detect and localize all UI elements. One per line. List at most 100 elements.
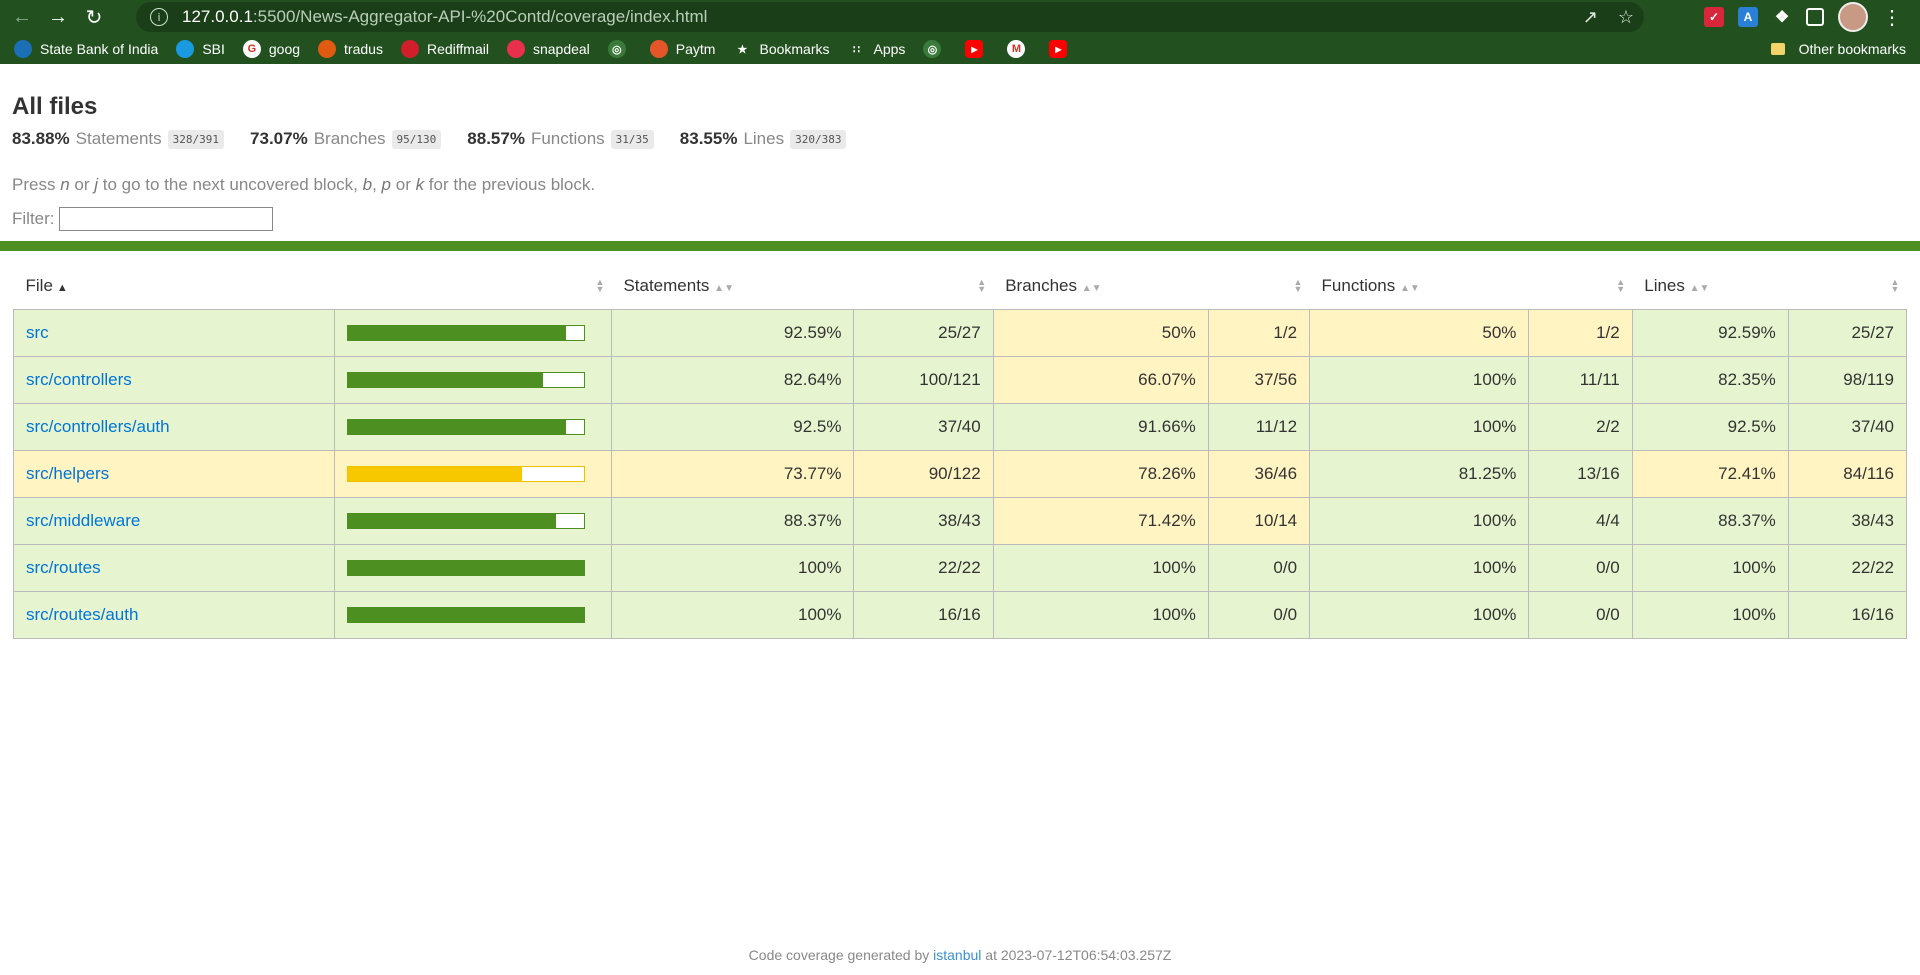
footer: Code coverage generated by istanbul at 2… [748, 947, 1172, 963]
bookmark-item[interactable]: ∷ Apps [847, 40, 905, 58]
puzzle-extensions-icon[interactable]: ❖ [1772, 7, 1792, 27]
bookmark-item[interactable]: ◎ [923, 40, 949, 58]
bookmark-item[interactable]: SBI [176, 40, 225, 58]
coverage-bar-cell [333, 544, 612, 592]
sort-icon: ▲▼ [595, 277, 605, 294]
bookmark-item[interactable]: ★ Bookmarks [733, 40, 830, 58]
forward-button[interactable]: → [44, 3, 72, 31]
coverage-bar [346, 607, 585, 623]
file-link[interactable]: src/controllers/auth [26, 417, 170, 436]
coverage-table: File ▲ ▲ ▼ Statements ▲▼ ▲ ▼ Branches ▲▼ ▲ ▼… [13, 263, 1908, 639]
summary-percent: 83.88% [12, 129, 70, 148]
file-link[interactable]: src/controllers [26, 370, 132, 389]
file-link[interactable]: src [26, 323, 49, 342]
functions-raw-cell: 11/11 [1528, 356, 1633, 404]
lines-raw-cell: 25/27 [1787, 309, 1908, 357]
bookmark-item[interactable]: M [1007, 40, 1033, 58]
statements-raw-cell: 37/40 [853, 403, 994, 451]
summary-fraction: 328/391 [167, 129, 225, 149]
coverage-bar [346, 560, 585, 576]
column-header-lines[interactable]: Lines ▲▼ [1632, 263, 1788, 310]
tradus-icon [318, 40, 337, 58]
coverage-bar-fill [347, 467, 522, 481]
lines-pct-cell: 92.59% [1631, 309, 1789, 357]
star-icon[interactable]: ☆ [1618, 7, 1634, 28]
snapdeal-icon [506, 40, 525, 58]
other-bookmarks-folder[interactable]: Other bookmarks [1770, 34, 1906, 64]
summary-item: 73.07% Branches 95/130 [250, 129, 442, 149]
bookmark-label: Rediffmail [426, 41, 489, 57]
bookmark-item[interactable]: ◎ [607, 40, 634, 58]
lines-raw-cell: 22/22 [1787, 544, 1908, 592]
summary-label: Lines [743, 129, 785, 148]
column-header-bar[interactable]: ▲ ▼ [334, 263, 611, 310]
summary-fraction: 31/35 [610, 129, 654, 149]
bookmark-item[interactable]: tradus [318, 40, 383, 58]
sort-icon: ▲▼ [1616, 277, 1626, 294]
column-header-lines-raw[interactable]: ▲ ▼ [1788, 263, 1906, 310]
coverage-bar-fill [347, 561, 584, 575]
filter-input[interactable] [58, 207, 273, 231]
lines-pct-cell: 88.37% [1631, 497, 1789, 545]
branches-raw-cell: 10/14 [1207, 497, 1311, 545]
coverage-bar-fill [347, 373, 543, 387]
column-header-functions[interactable]: Functions ▲▼ [1310, 263, 1529, 310]
file-link[interactable]: src/routes [26, 558, 101, 577]
statements-pct-cell: 92.59% [610, 309, 855, 357]
bookmark-item[interactable]: ▶ [1049, 40, 1075, 58]
gmail-icon: M [1007, 40, 1026, 58]
branches-pct-cell: 78.26% [992, 450, 1209, 498]
share-icon[interactable]: ↗ [1583, 7, 1598, 28]
bookmark-label: Bookmarks [759, 41, 830, 57]
statements-pct-cell: 82.64% [610, 356, 855, 404]
column-header-statements[interactable]: Statements ▲▼ [611, 263, 854, 310]
file-link[interactable]: src/middleware [26, 511, 140, 530]
lines-pct-cell: 100% [1631, 591, 1789, 639]
reload-icon: ↻ [85, 6, 103, 29]
istanbul-link[interactable]: istanbul [933, 947, 981, 963]
site-info-icon[interactable]: i [150, 8, 168, 26]
bookmark-item[interactable]: Ggoog [242, 40, 300, 58]
translate-extension-icon[interactable]: A [1738, 7, 1758, 27]
column-header-functions-raw[interactable]: ▲ ▼ [1529, 263, 1632, 310]
file-link[interactable]: src/helpers [26, 464, 109, 483]
column-header-branches-raw[interactable]: ▲ ▼ [1208, 263, 1309, 310]
sort-icon: ▲▼ [1689, 283, 1710, 294]
reload-button[interactable]: ↻ [80, 3, 108, 31]
filter-row: Filter: [12, 207, 1908, 231]
bookmark-item[interactable]: snapdeal [506, 40, 590, 58]
bookmark-label: SBI [202, 41, 225, 57]
back-button[interactable]: ← [8, 3, 36, 31]
bookmark-item[interactable]: State Bank of India [14, 40, 158, 58]
url-host: 127.0.0.1 [182, 7, 253, 26]
coverage-bar-cell [333, 309, 612, 357]
bookmark-item[interactable]: Rediffmail [400, 40, 489, 58]
file-cell: src/routes [13, 544, 335, 592]
table-header-row: File ▲ ▲ ▼ Statements ▲▼ ▲ ▼ Branches ▲▼ ▲ ▼… [14, 263, 1907, 310]
keyboard-hint: Press n or j to go to the next uncovered… [12, 175, 596, 194]
column-header-branches[interactable]: Branches ▲▼ [993, 263, 1208, 310]
column-header-file[interactable]: File ▲ [14, 263, 335, 310]
summary-label: Functions [530, 129, 605, 148]
profile-avatar[interactable] [1838, 2, 1868, 32]
address-url[interactable]: 127.0.0.1:5500/News-Aggregator-API-%20Co… [182, 7, 707, 27]
functions-raw-cell: 0/0 [1528, 591, 1633, 639]
address-bar[interactable]: i 127.0.0.1:5500/News-Aggregator-API-%20… [136, 2, 1644, 32]
star-icon: ★ [733, 40, 752, 58]
file-link[interactable]: src/routes/auth [26, 605, 138, 624]
lines-pct-cell: 100% [1631, 544, 1789, 592]
coverage-bar-fill [347, 326, 567, 340]
menu-kebab-icon[interactable]: ⋮ [1882, 5, 1902, 30]
file-cell: src [13, 309, 335, 357]
bookmark-label: Paytm [675, 41, 716, 57]
pocket-extension-icon[interactable]: ✓ [1704, 7, 1724, 27]
table-row: src/helpers 73.77% 90/122 78.26% 36/46 81.25%… [13, 450, 1908, 498]
statements-raw-cell: 25/27 [853, 309, 994, 357]
branches-pct-cell: 71.42% [992, 497, 1209, 545]
table-row: src/controllers/auth 92.5% 37/40 91.66% 11/1… [13, 403, 1908, 451]
column-header-statements-raw[interactable]: ▲ ▼ [854, 263, 993, 310]
branches-raw-cell: 11/12 [1207, 403, 1311, 451]
bookmark-item[interactable]: ▶ [965, 40, 991, 58]
bookmark-item[interactable]: Paytm [649, 40, 716, 58]
side-panel-icon[interactable] [1806, 8, 1824, 26]
